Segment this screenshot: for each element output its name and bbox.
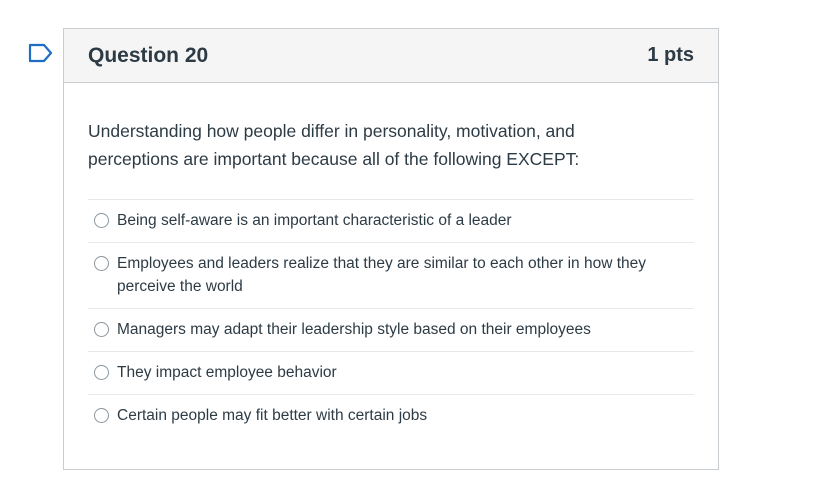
answer-label: Being self-aware is an important charact… (117, 212, 512, 229)
answer-option[interactable]: Being self-aware is an important charact… (88, 200, 694, 243)
answer-label: Employees and leaders realize that they … (117, 255, 647, 295)
radio-button-icon[interactable] (94, 408, 109, 423)
question-prompt: Understanding how people differ in perso… (88, 121, 580, 169)
question-points: 1 pts (647, 44, 694, 66)
answer-list: Being self-aware is an important charact… (88, 199, 694, 437)
question-card: Question 20 1 pts Understanding how peop… (63, 28, 719, 470)
answer-option[interactable]: They impact employee behavior (88, 352, 694, 395)
question-header: Question 20 1 pts (64, 29, 718, 83)
answer-option[interactable]: Managers may adapt their leadership styl… (88, 309, 694, 352)
answer-label: Managers may adapt their leadership styl… (117, 321, 591, 338)
radio-button-icon[interactable] (94, 365, 109, 380)
flag-question-icon[interactable] (28, 43, 54, 63)
question-title: Question 20 (88, 43, 209, 67)
answer-label: Certain people may fit better with certa… (117, 407, 428, 424)
radio-button-icon[interactable] (94, 256, 109, 271)
question-body: Understanding how people differ in perso… (64, 83, 718, 437)
answer-option[interactable]: Employees and leaders realize that they … (88, 243, 694, 309)
radio-button-icon[interactable] (94, 322, 109, 337)
answer-label: They impact employee behavior (117, 364, 337, 381)
answer-option[interactable]: Certain people may fit better with certa… (88, 395, 694, 437)
radio-button-icon[interactable] (94, 213, 109, 228)
